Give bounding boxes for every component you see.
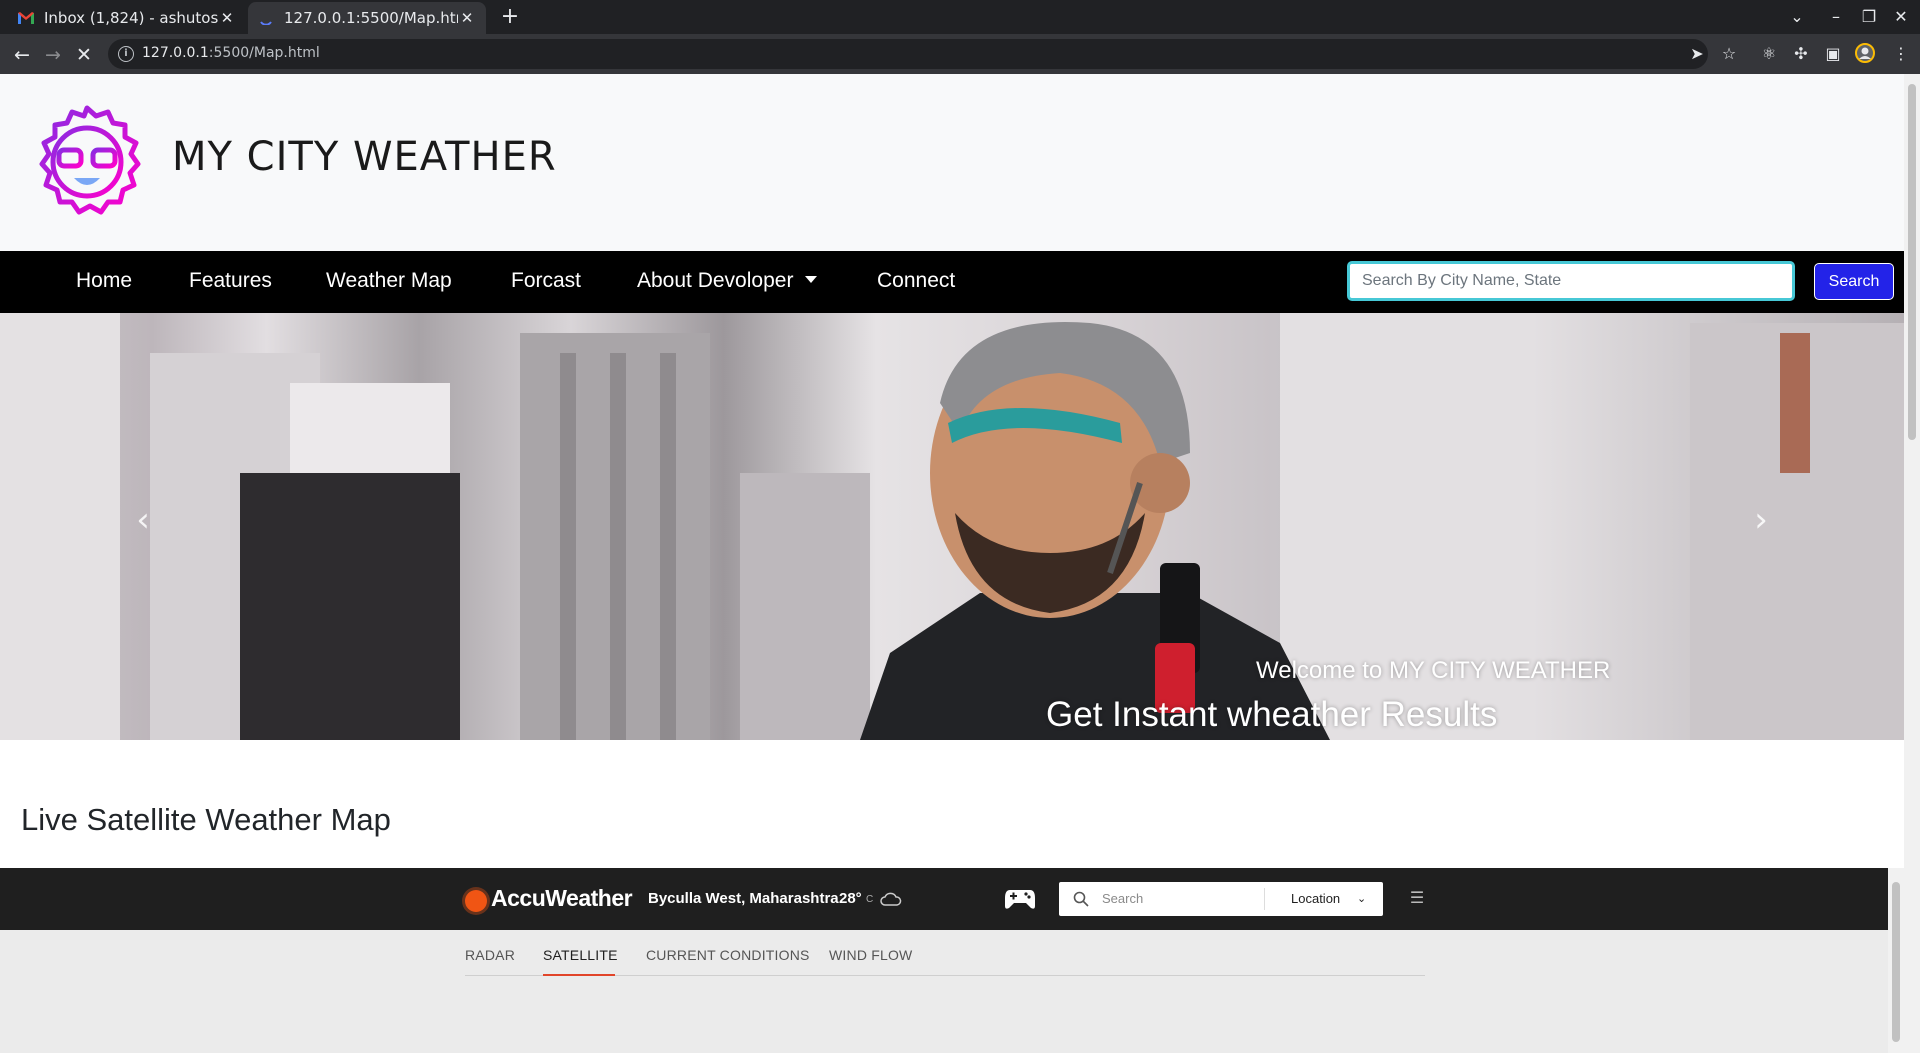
nav-about-devoloper-dropdown[interactable]: About Devoloper (637, 269, 818, 293)
tab-wind-flow[interactable]: WIND FLOW (829, 947, 912, 963)
new-tab-icon[interactable]: + (498, 5, 522, 29)
close-tab-icon[interactable]: ✕ (458, 9, 476, 27)
address-url: 127.0.0.1:5500/Map.html (142, 45, 320, 61)
nav-about-label: About Devoloper (637, 269, 794, 292)
background-building (560, 353, 576, 740)
hamburger-menu-icon[interactable]: ☰ (1408, 888, 1426, 910)
nav-weather-map[interactable]: Weather Map (326, 269, 452, 293)
browser-tab-bar: Inbox (1,824) - ashutosh.s ✕ 127.0.0.1:5… (0, 0, 1920, 34)
background-building (740, 473, 870, 740)
background-building (0, 313, 120, 740)
nav-connect[interactable]: Connect (877, 269, 955, 293)
stop-loading-icon[interactable]: ✕ (72, 43, 96, 67)
tab-search-chevron-icon[interactable]: ⌄ (1786, 6, 1808, 28)
tab-current-conditions[interactable]: CURRENT CONDITIONS (646, 947, 810, 963)
carousel-next-icon[interactable]: › (1746, 495, 1776, 545)
nav-features[interactable]: Features (189, 269, 272, 293)
page-scrollbar-thumb[interactable] (1908, 84, 1916, 440)
carousel-prev-icon[interactable]: ‹ (128, 495, 158, 545)
city-search-input[interactable] (1347, 261, 1795, 301)
side-panel-icon[interactable]: ▣ (1822, 43, 1844, 65)
forward-icon[interactable]: → (41, 43, 65, 67)
background-building (240, 473, 460, 740)
site-header: MY CITY WEATHER (0, 74, 1904, 251)
active-tab-indicator (543, 974, 615, 976)
address-bar[interactable]: i 127.0.0.1:5500/Map.html (108, 39, 1708, 69)
minimize-icon[interactable]: – (1825, 6, 1847, 28)
tab-satellite[interactable]: SATELLITE (543, 947, 618, 963)
react-devtools-icon[interactable]: ⚛ (1758, 43, 1780, 65)
page-scrollbar[interactable] (1904, 74, 1920, 1053)
accuweather-sun-icon (465, 890, 487, 912)
background-building (610, 353, 626, 740)
send-icon[interactable]: ➤ (1686, 43, 1708, 65)
gmail-icon (18, 10, 34, 26)
accuweather-map-tabs: RADAR SATELLITE CURRENT CONDITIONS WIND … (465, 930, 1425, 976)
page-content: MY CITY WEATHER Home Features Weather Ma… (0, 74, 1904, 1053)
cloud-icon (880, 892, 902, 906)
sun-with-glasses-logo[interactable] (26, 102, 148, 224)
divider (1264, 888, 1265, 910)
tab-radar[interactable]: RADAR (465, 947, 515, 963)
search-button[interactable]: Search (1814, 263, 1894, 300)
search-icon (1073, 891, 1089, 907)
browser-tab-gmail[interactable]: Inbox (1,824) - ashutosh.s ✕ (8, 2, 246, 34)
browser-tab-title: 127.0.0.1:5500/Map.html (284, 9, 458, 27)
site-title: MY CITY WEATHER (172, 134, 557, 180)
bookmark-star-icon[interactable]: ☆ (1718, 43, 1740, 65)
background-building (660, 353, 676, 740)
accuweather-embed-frame: AccuWeather Byculla West, Maharashtra 28… (0, 868, 1904, 1053)
browser-toolbar: ← → ✕ i 127.0.0.1:5500/Map.html ➤ ☆ ⚛ ✣ … (0, 34, 1920, 74)
extensions-puzzle-icon[interactable]: ✣ (1790, 43, 1812, 65)
accuweather-header: AccuWeather Byculla West, Maharashtra 28… (0, 868, 1888, 930)
game-controller-icon[interactable] (1004, 886, 1036, 912)
carousel-caption-welcome: Welcome to MY CITY WEATHER (1256, 657, 1611, 684)
carousel-caption-headline: Get Instant wheather Results (1046, 695, 1498, 734)
accuweather-location-button[interactable]: Location (1291, 891, 1340, 906)
browser-menu-icon[interactable]: ⋮ (1890, 43, 1912, 65)
accuweather-location[interactable]: Byculla West, Maharashtra (648, 890, 839, 907)
dropdown-caret-icon (805, 276, 818, 283)
profile-avatar-icon[interactable] (1854, 43, 1876, 65)
background-building (290, 383, 450, 473)
accuweather-temperature: 28° (839, 890, 862, 907)
hero-carousel: ‹ › Welcome to MY CITY WEATHER Get Insta… (0, 313, 1904, 740)
nav-forcast[interactable]: Forcast (511, 269, 581, 293)
close-window-icon[interactable]: ✕ (1890, 6, 1912, 28)
site-info-icon[interactable]: i (118, 46, 134, 62)
embed-scrollbar[interactable] (1888, 868, 1904, 1053)
accuweather-search-bar[interactable]: Search Location ⌄ (1059, 882, 1383, 916)
main-navbar: Home Features Weather Map Forcast About … (0, 251, 1904, 313)
accuweather-brand[interactable]: AccuWeather (491, 885, 633, 912)
nav-home[interactable]: Home (76, 269, 132, 293)
back-icon[interactable]: ← (10, 43, 34, 67)
browser-tab-title: Inbox (1,824) - ashutosh.s (44, 9, 218, 27)
chevron-down-icon[interactable]: ⌄ (1357, 892, 1366, 905)
browser-tab-map[interactable]: 127.0.0.1:5500/Map.html ✕ (248, 2, 486, 34)
restore-icon[interactable]: ❐ (1858, 6, 1880, 28)
accuweather-search-placeholder[interactable]: Search (1102, 891, 1143, 906)
background-building (1780, 333, 1810, 473)
loading-icon (258, 10, 274, 26)
section-title: Live Satellite Weather Map (21, 802, 391, 837)
close-tab-icon[interactable]: ✕ (218, 9, 236, 27)
embed-scrollbar-thumb[interactable] (1892, 882, 1900, 1042)
accuweather-unit: C (866, 894, 874, 905)
